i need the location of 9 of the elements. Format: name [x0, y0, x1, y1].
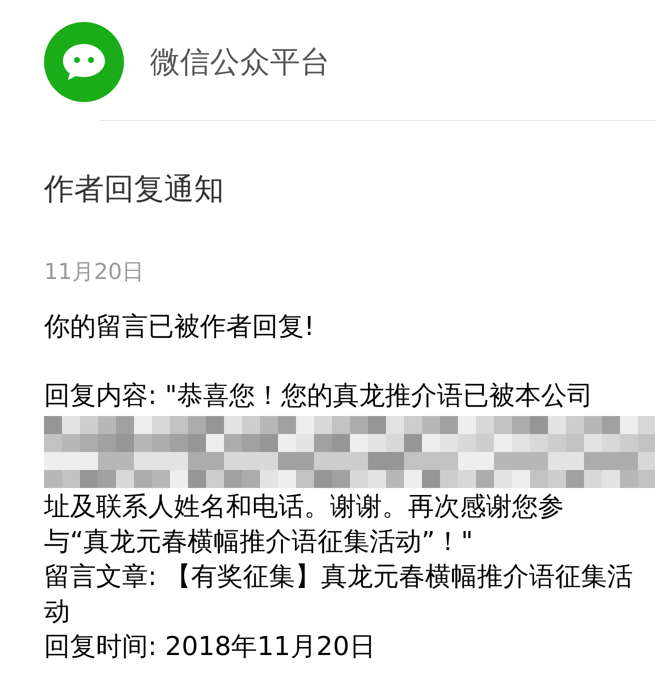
- reply-text-line: 回复内容: "恭喜您！您的真龙推介语已被本公司: [44, 380, 593, 413]
- reply-text-line: 与“真龙元春横幅推介语征集活动”！": [44, 526, 473, 559]
- notice-title: 作者回复通知: [44, 171, 225, 209]
- article-name: 留言文章: 【有奖征集】真龙元春横幅推介语征集活动: [44, 561, 634, 629]
- notice-date: 11月20日: [44, 259, 145, 287]
- reply-time: 回复时间: 2018年11月20日: [44, 631, 376, 664]
- notice-message: 你的留言已被作者回复!: [44, 311, 316, 344]
- app-title: 微信公众平台: [150, 44, 330, 82]
- reply-text-line: 址及联系人姓名和电话。谢谢。再次感谢您参: [44, 491, 564, 524]
